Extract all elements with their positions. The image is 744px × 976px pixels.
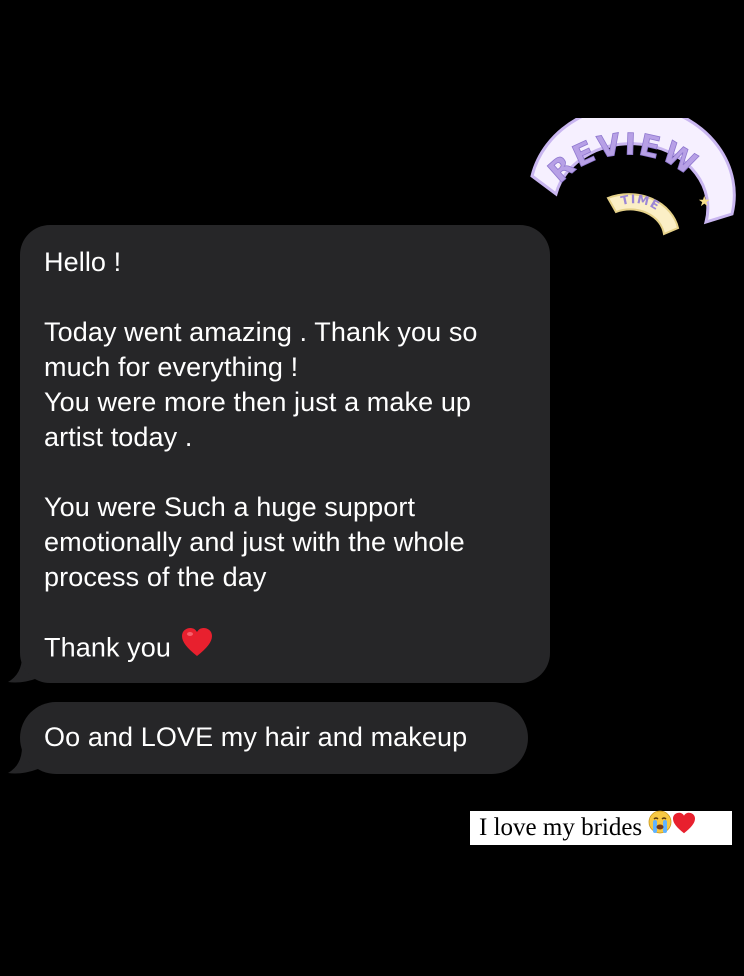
message-line: much for everything ! (44, 352, 299, 382)
message-line: process of the day (44, 562, 267, 592)
message-line: You were more then just a make up (44, 387, 472, 417)
red-heart-icon (181, 627, 213, 666)
message-bubble-1[interactable]: Hello ! Today went amazing . Thank you so… (20, 225, 550, 683)
message-line-gap (44, 595, 530, 630)
caption-label: I love my brides (470, 810, 732, 845)
message-line: emotionally and just with the whole (44, 527, 465, 557)
caption-text: I love my brides (479, 814, 643, 841)
message-1-body: Hello ! Today went amazing . Thank you so… (44, 245, 530, 630)
star-icon: ★ (698, 194, 711, 210)
message-1-closing: Thank you (44, 627, 530, 666)
red-heart-icon (672, 810, 696, 844)
crying-face-icon (648, 810, 672, 844)
message-line: You were Such a huge support (44, 492, 416, 522)
review-time-sticker: ★ ★ REVIEW TIME (528, 118, 738, 243)
message-line-gap (44, 455, 530, 490)
review-sticker-graphic: ★ ★ REVIEW TIME (530, 118, 736, 236)
message-bubble-2[interactable]: Oo and LOVE my hair and makeup (20, 702, 528, 774)
message-2-text: Oo and LOVE my hair and makeup (44, 722, 468, 752)
message-1-closing-text: Thank you (44, 632, 171, 663)
message-line-gap (44, 280, 530, 315)
message-line: artist today . (44, 422, 193, 452)
message-line: Hello ! (44, 247, 122, 277)
message-line: Today went amazing . Thank you so (44, 317, 478, 347)
